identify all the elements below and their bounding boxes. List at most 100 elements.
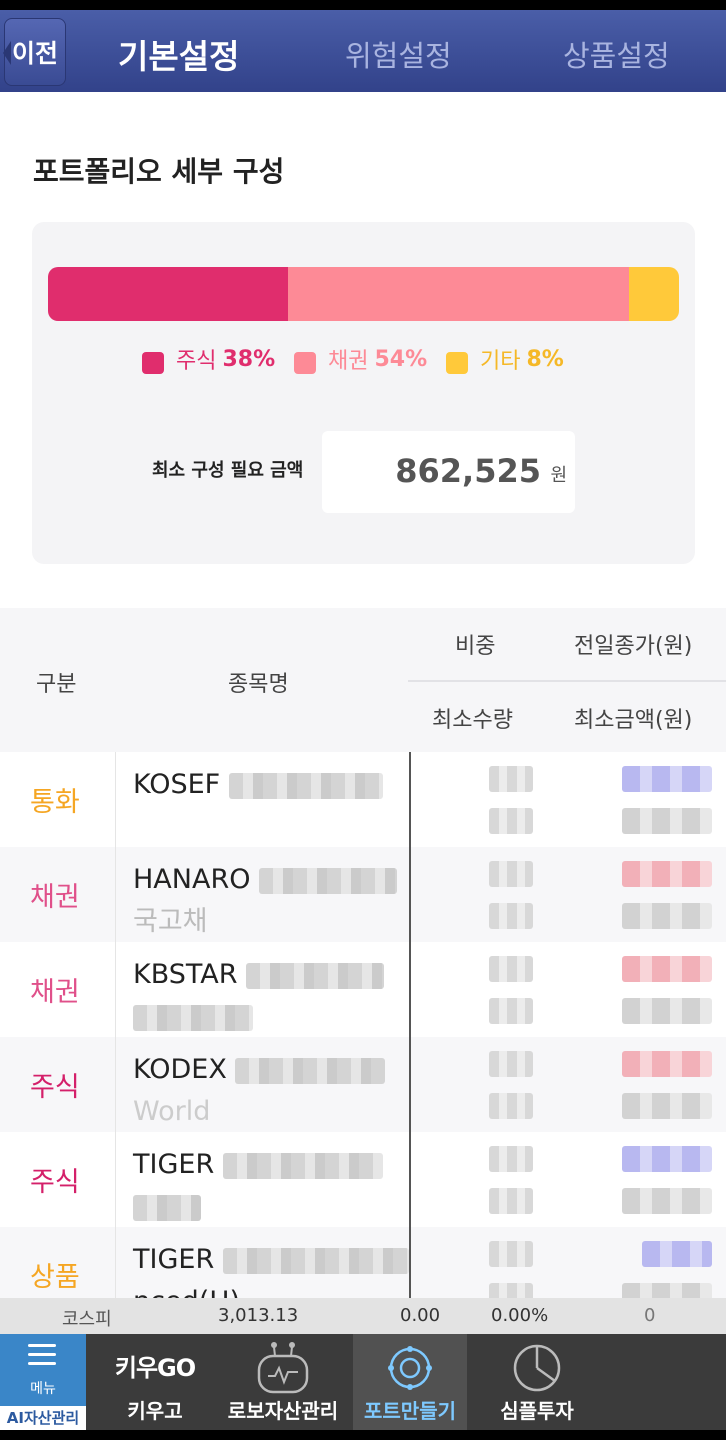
- redacted-amount: [622, 1188, 712, 1214]
- row-category: 채권: [30, 977, 80, 1008]
- redacted-weight: [489, 766, 533, 792]
- ticker-rate: 0.00%: [491, 1305, 549, 1326]
- header-min-amount: 최소금액(원): [574, 708, 693, 733]
- legend-bond: 채권 54%: [294, 342, 427, 376]
- section-title: 포트폴리오 세부 구성: [33, 155, 285, 188]
- row-name: KBSTAR: [133, 954, 385, 1038]
- redacted-weight: [489, 956, 533, 982]
- nav-item-kiwoogo[interactable]: 키우GO 키우고: [92, 1334, 218, 1430]
- row-name-line1: KBSTAR: [133, 959, 238, 990]
- legend-swatch-stock: [142, 352, 164, 374]
- header-category: 구분: [36, 672, 77, 697]
- redacted-qty: [489, 1188, 533, 1214]
- redacted-text: [222, 1247, 409, 1274]
- menu-button[interactable]: 메뉴 AI자산관리: [0, 1334, 86, 1430]
- table-row[interactable]: 통화 KOSEF: [0, 752, 726, 847]
- row-category: 상품: [30, 1262, 80, 1293]
- redacted-prev-close: [622, 766, 712, 792]
- row-category: 주식: [30, 1167, 80, 1198]
- row-name-line1: TIGER: [133, 1149, 215, 1180]
- nav-label: 심플투자: [500, 1399, 574, 1423]
- redacted-text: [246, 962, 385, 989]
- market-ticker[interactable]: 코스피 3,013.13 0.00 0.00% 0: [0, 1298, 726, 1334]
- ticker-volume: 0: [644, 1305, 656, 1326]
- redacted-weight: [489, 861, 533, 887]
- min-amount-value: 862,525: [395, 452, 541, 490]
- table-row[interactable]: 채권 HANARO 국고채: [0, 847, 726, 942]
- row-name-line1: KODEX: [133, 1054, 227, 1085]
- redacted-qty: [489, 1093, 533, 1119]
- row-category: 채권: [30, 882, 80, 913]
- tab-basic-settings[interactable]: 기본설정: [118, 24, 239, 84]
- redacted-qty: [489, 998, 533, 1024]
- column-divider-strong: [409, 752, 411, 1298]
- table-header: 구분 종목명 비중 전일종가(원) 최소수량 최소금액(원): [0, 608, 726, 752]
- column-divider: [115, 752, 116, 1298]
- row-category: 주식: [30, 1072, 80, 1103]
- nav-item-simple[interactable]: 심플투자: [475, 1334, 599, 1430]
- row-name-line2: World: [133, 1096, 211, 1127]
- allocation-segment-stock: [48, 267, 288, 321]
- table-row[interactable]: 주식 KODEX World: [0, 1037, 726, 1132]
- tab-product-settings[interactable]: 상품설정: [563, 24, 670, 84]
- legend-other-label: 기타: [480, 349, 521, 374]
- nav-item-portfolio[interactable]: 포트만들기: [353, 1334, 467, 1430]
- tab-risk-settings-label: 위험설정: [345, 39, 452, 73]
- min-amount-label: 최소 구성 필요 금액: [152, 460, 304, 481]
- legend-other: 기타 8%: [446, 342, 564, 376]
- system-nav-strip: [0, 1430, 726, 1440]
- redacted-prev-close: [642, 1241, 712, 1267]
- top-header: 이전 기본설정 위험설정 상품설정: [0, 10, 726, 92]
- header-prev-close: 전일종가(원): [574, 634, 693, 659]
- redacted-amount: [622, 998, 712, 1024]
- ai-asset-label: AI자산관리: [0, 1406, 86, 1430]
- ticker-index-name: 코스피: [62, 1309, 112, 1330]
- target-icon: [388, 1346, 432, 1390]
- status-bar: [0, 0, 726, 10]
- nav-item-robo[interactable]: 로보자산관리: [218, 1334, 348, 1430]
- legend-swatch-bond: [294, 352, 316, 374]
- redacted-amount: [622, 1093, 712, 1119]
- redacted-prev-close: [622, 861, 712, 887]
- redacted-text: [235, 1057, 386, 1084]
- redacted-weight: [489, 1051, 533, 1077]
- row-name-line1: HANARO: [133, 864, 251, 895]
- table-row[interactable]: 상품 TIGER nced(H): [0, 1227, 726, 1298]
- redacted-qty: [489, 1283, 533, 1298]
- allocation-bar: [48, 267, 679, 321]
- row-name-line2: 국고채: [133, 906, 208, 937]
- tab-risk-settings[interactable]: 위험설정: [345, 24, 452, 84]
- bottom-nav: 메뉴 AI자산관리 키우GO 키우고 로보자산관리 포트만들기 심플투자: [0, 1334, 726, 1430]
- table-row[interactable]: 주식 TIGER: [0, 1132, 726, 1227]
- ticker-index-value: 3,013.13: [218, 1305, 299, 1326]
- redacted-amount: [622, 903, 712, 929]
- allocation-segment-bond: [287, 267, 629, 321]
- nav-label: 포트만들기: [364, 1399, 456, 1423]
- header-weight: 비중: [455, 634, 496, 659]
- table-row[interactable]: 채권 KBSTAR: [0, 942, 726, 1037]
- legend-bond-label: 채권: [328, 349, 369, 374]
- redacted-text: [228, 772, 383, 799]
- redacted-weight: [489, 1146, 533, 1172]
- legend-other-value: 8%: [526, 346, 564, 372]
- robot-icon: [257, 1342, 309, 1394]
- redacted-prev-close: [622, 1146, 712, 1172]
- header-name: 종목명: [228, 672, 289, 697]
- row-category: 통화: [30, 787, 80, 818]
- tab-basic-settings-label: 기본설정: [118, 37, 240, 76]
- back-button[interactable]: 이전: [3, 18, 66, 86]
- row-name-line1: TIGER: [133, 1244, 215, 1275]
- redacted-text: [133, 1194, 201, 1221]
- redacted-qty: [489, 903, 533, 929]
- legend-bond-value: 54%: [374, 346, 428, 372]
- pie-chart-icon: [513, 1344, 561, 1392]
- ticker-change: 0.00: [400, 1305, 441, 1326]
- holdings-table: 구분 종목명 비중 전일종가(원) 최소수량 최소금액(원) 통화 KOSEF …: [0, 608, 726, 1298]
- row-name-line1: KOSEF: [133, 769, 221, 800]
- portfolio-card: 주식 38% 채권 54% 기타 8% 최소 구성 필요 금액 862,525 …: [32, 222, 695, 564]
- row-name-line2: nced(H): [133, 1286, 240, 1298]
- redacted-qty: [489, 808, 533, 834]
- min-amount-unit: 원: [550, 465, 567, 486]
- redacted-text: [133, 1004, 253, 1031]
- menu-label: 메뉴: [30, 1381, 56, 1397]
